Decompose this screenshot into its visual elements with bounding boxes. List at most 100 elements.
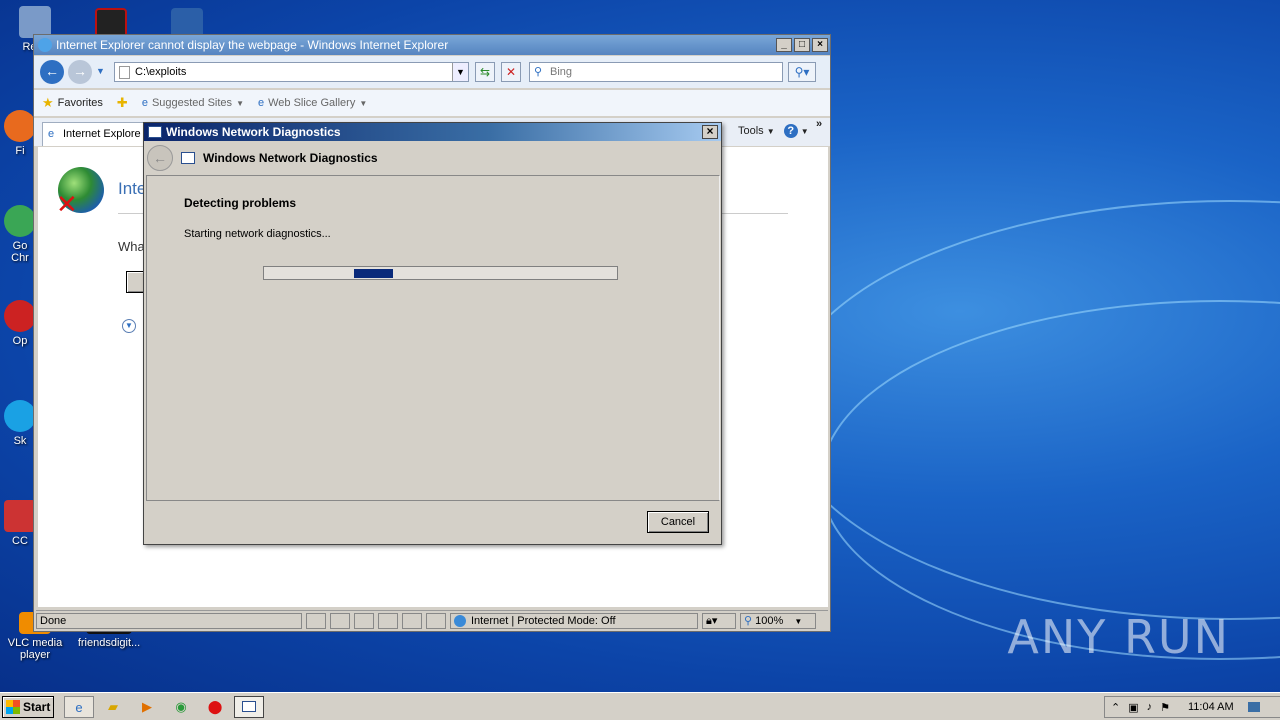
opera-icon: ⬤: [207, 699, 223, 714]
security-zone[interactable]: Internet | Protected Mode: Off: [450, 613, 698, 629]
arrow-right-icon: →: [73, 63, 87, 79]
zoom-icon: ⚲: [744, 615, 753, 627]
favorites-button[interactable]: ★ Favorites: [42, 95, 103, 111]
chevron-down-icon: ▼: [236, 98, 244, 108]
search-icon: ⚲: [534, 66, 543, 78]
star-icon: ★: [42, 95, 54, 110]
network-diagnostics-icon: [242, 701, 256, 712]
web-slice-gallery-link[interactable]: e Web Slice Gallery ▼: [258, 97, 367, 109]
firefox-icon: [4, 110, 36, 142]
chevron-down-icon: ▼: [800, 127, 809, 136]
minimize-button[interactable]: _: [776, 38, 792, 52]
maximize-button[interactable]: □: [794, 38, 810, 52]
internet-zone-icon: [454, 615, 466, 627]
windows-logo-icon: [6, 700, 20, 714]
desktop-icon-label: Op: [12, 335, 28, 347]
search-input[interactable]: ⚲ Bing: [529, 62, 783, 82]
clock[interactable]: 11:04 AM: [1188, 701, 1234, 713]
zoom-level-button[interactable]: ⚲ 100% ▼: [740, 613, 816, 629]
network-diagnostics-dialog: Windows Network Diagnostics × ← Windows …: [143, 122, 722, 545]
tab-current-page[interactable]: e Internet Explore: [42, 122, 152, 146]
taskbar-ie-button[interactable]: e: [64, 696, 94, 718]
media-player-icon: ▶: [142, 699, 152, 714]
taskbar-network-diagnostics-button[interactable]: [234, 696, 264, 718]
suggested-sites-link[interactable]: e Suggested Sites ▼: [142, 97, 244, 109]
help-icon[interactable]: ?: [783, 124, 798, 138]
taskbar-opera-button[interactable]: ⬤: [200, 696, 230, 718]
status-segment: [426, 613, 446, 629]
ccleaner-icon: [4, 500, 36, 532]
stop-button[interactable]: ✕: [501, 62, 521, 82]
desktop-icon-label: Fi: [15, 145, 25, 157]
recent-pages-dropdown[interactable]: ▼: [96, 66, 105, 76]
wizard-back-button[interactable]: ←: [147, 145, 173, 171]
refresh-icon: ⇆: [479, 65, 491, 79]
action-center-flag-icon[interactable]: ⚑: [1160, 701, 1170, 714]
magnifier-icon: ⚲▾: [794, 65, 810, 79]
dialog-title-bar[interactable]: Windows Network Diagnostics ×: [144, 123, 721, 141]
add-favorite-icon: ✚: [116, 95, 128, 110]
chrome-icon: [4, 205, 36, 237]
tools-label: Tools: [738, 125, 764, 137]
arrow-left-icon: ←: [153, 150, 167, 166]
progress-bar: [263, 266, 618, 280]
taskbar: Start e ▰ ▶ ◉ ⬤ ⌃ ▣ ♪ ⚑ 11:04 AM: [0, 692, 1280, 720]
cancel-button[interactable]: Cancel: [647, 511, 709, 533]
close-button[interactable]: ×: [812, 38, 828, 52]
ie-logo-icon: e: [75, 700, 83, 715]
what-you-can-try-text: Wha: [118, 239, 145, 254]
web-slice-gallery-label: Web Slice Gallery: [268, 97, 356, 109]
desktop-icon-label: VLC media player: [7, 637, 63, 661]
arrow-left-icon: ←: [45, 63, 59, 79]
taskbar-chrome-button[interactable]: ◉: [166, 696, 196, 718]
protected-mode-settings[interactable]: 🔒︎▾: [702, 613, 736, 629]
network-diagnostics-icon: [181, 152, 195, 164]
page-icon: [119, 66, 130, 79]
stop-icon: ✕: [505, 65, 517, 79]
show-hidden-icons-chevron[interactable]: ⌃: [1111, 701, 1120, 714]
red-x-icon: ✕: [56, 189, 78, 219]
taskbar-media-player-button[interactable]: ▶: [132, 696, 162, 718]
ie-page-icon: e: [141, 97, 148, 109]
more-information-toggle[interactable]: ▼: [122, 319, 136, 333]
dialog-close-button[interactable]: ×: [702, 125, 718, 139]
status-segment: [378, 613, 398, 629]
favorites-label: Favorites: [57, 97, 103, 109]
status-segment: [330, 613, 350, 629]
start-button[interactable]: Start: [2, 696, 54, 718]
add-to-favorites-bar-button[interactable]: ✚: [117, 95, 128, 111]
zone-label: Internet | Protected Mode: Off: [471, 615, 616, 627]
status-message: Starting network diagnostics...: [184, 228, 331, 240]
progress-marquee-chunk: [354, 269, 393, 278]
search-button[interactable]: ⚲▾: [788, 62, 816, 82]
network-icon[interactable]: ▣: [1128, 701, 1138, 714]
tools-menu[interactable]: Tools ▼ ? ▼ »: [738, 118, 822, 138]
ie-window-title: Internet Explorer cannot display the web…: [56, 38, 449, 52]
status-text: Done: [36, 613, 302, 629]
taskbar-explorer-button[interactable]: ▰: [98, 696, 128, 718]
wizard-body: Detecting problems Starting network diag…: [146, 175, 720, 501]
ie-logo-icon: [38, 38, 52, 52]
network-diagnostics-icon: [148, 126, 162, 138]
toolbar-overflow-icon[interactable]: »: [816, 118, 822, 130]
desktop-icon-label: friendsdigit...: [77, 637, 141, 649]
volume-icon[interactable]: ♪: [1147, 701, 1153, 713]
chevron-down-icon: ▼: [766, 127, 775, 136]
address-dropdown-icon[interactable]: ▼: [452, 63, 468, 81]
forward-button[interactable]: →: [68, 60, 92, 84]
refresh-button[interactable]: ⇆: [475, 62, 495, 82]
address-bar[interactable]: C:\exploits ▼: [114, 62, 469, 82]
ie-title-bar[interactable]: Internet Explorer cannot display the web…: [34, 35, 830, 55]
folder-icon: ▰: [108, 699, 118, 714]
dialog-title: Windows Network Diagnostics: [166, 125, 341, 139]
lock-icon: 🔒︎▾: [706, 615, 718, 627]
back-button[interactable]: ←: [40, 60, 64, 84]
detecting-problems-label: Detecting problems: [184, 196, 297, 210]
system-tray: ⌃ ▣ ♪ ⚑ 11:04 AM: [1104, 696, 1280, 718]
show-desktop-button[interactable]: [1247, 702, 1260, 712]
anyrun-watermark: ANY RUN: [1007, 610, 1230, 664]
desktop-icon-label: Go Chr: [11, 240, 29, 264]
suggested-sites-label: Suggested Sites: [151, 97, 233, 109]
status-segment: [354, 613, 374, 629]
ie-page-icon: e: [48, 128, 55, 140]
